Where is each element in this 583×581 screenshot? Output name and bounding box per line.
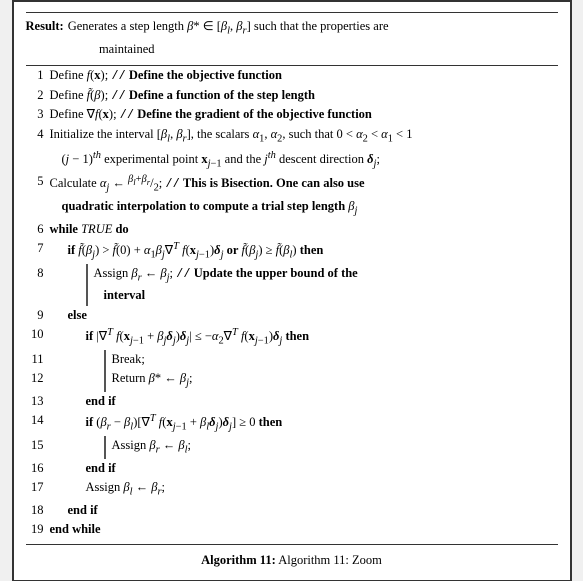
line-content-16: end if — [86, 459, 558, 478]
line-content-19: end while — [50, 520, 558, 539]
line-num-13: 13 — [26, 392, 44, 411]
line-14: 14 if (βr − βl)[∇T f(xj−1 + βlδj)δj] ≥ 0… — [26, 411, 558, 436]
line-10: 10 if |∇T f(xj−1 + βjδj)δj| ≤ −α2∇T f(xj… — [26, 325, 558, 350]
line-content-10: if |∇T f(xj−1 + βjδj)δj| ≤ −α2∇T f(xj−1)… — [86, 325, 558, 350]
line-content-7: if f̃(βj) > f̃(0) + α1βj∇T f(xj−1)δj or … — [68, 239, 558, 264]
line-11: 11 Break; — [26, 350, 558, 369]
result-label: Result: — [26, 17, 64, 59]
line-5: 5 Calculate αj ← βl+βr/2; // This is Bis… — [26, 172, 558, 219]
line-content-18: end if — [68, 501, 558, 520]
line-num-6: 6 — [26, 220, 44, 239]
line-4: 4 Initialize the interval [βl, βr], the … — [26, 125, 558, 172]
line-1: 1 Define f(x); // Define the objective f… — [26, 66, 558, 86]
line-2: 2 Define f̃(β); // Define a function of … — [26, 86, 558, 106]
line-num-17: 17 — [26, 478, 44, 497]
line-num-10: 10 — [26, 325, 44, 344]
line-num-14: 14 — [26, 411, 44, 430]
line-content-15: Assign βr ← βl; — [104, 436, 558, 459]
line-content-11: Break; — [104, 350, 558, 369]
line-content-3: Define ∇f(x); // Define the gradient of … — [50, 105, 558, 125]
top-divider — [26, 12, 558, 13]
line-content-6: while TRUE do — [50, 220, 558, 239]
caption-title: Algorithm 11: Zoom — [278, 553, 382, 567]
algorithm-container: Result: Generates a step length β* ∈ [βl… — [12, 0, 572, 581]
line-num-4: 4 — [26, 125, 44, 144]
line-content-14: if (βr − βl)[∇T f(xj−1 + βlδj)δj] ≥ 0 th… — [86, 411, 558, 436]
line-num-16: 16 — [26, 459, 44, 478]
caption-label: Algorithm 11: — [201, 553, 276, 567]
line-19: 19 end while — [26, 520, 558, 539]
bottom-divider — [26, 544, 558, 545]
line-9: 9 else — [26, 306, 558, 325]
line-num-19: 19 — [26, 520, 44, 539]
line-content-8: Assign βr ← βj; // Update the upper boun… — [86, 264, 558, 306]
line-num-1: 1 — [26, 66, 44, 85]
line-13: 13 end if — [26, 392, 558, 411]
caption: Algorithm 11: Algorithm 11: Zoom — [26, 551, 558, 570]
line-num-7: 7 — [26, 239, 44, 258]
line-18: 18 end if — [26, 501, 558, 520]
line-content-12: Return β* ← βj; — [104, 369, 558, 392]
line-17: 17 Assign βl ← βr; — [26, 478, 558, 501]
line-content-9: else — [68, 306, 558, 325]
line-content-4: Initialize the interval [βl, βr], the sc… — [50, 125, 558, 172]
line-8: 8 Assign βr ← βj; // Update the upper bo… — [26, 264, 558, 306]
line-content-13: end if — [86, 392, 558, 411]
line-content-17: Assign βl ← βr; — [86, 478, 558, 501]
line-16: 16 end if — [26, 459, 558, 478]
line-num-3: 3 — [26, 105, 44, 124]
line-num-15: 15 — [26, 436, 44, 455]
result-section: Result: Generates a step length β* ∈ [βl… — [26, 17, 558, 59]
line-12: 12 Return β* ← βj; — [26, 369, 558, 392]
line-num-5: 5 — [26, 172, 44, 191]
line-15: 15 Assign βr ← βl; — [26, 436, 558, 459]
line-num-18: 18 — [26, 501, 44, 520]
line-num-9: 9 — [26, 306, 44, 325]
line-num-2: 2 — [26, 86, 44, 105]
line-3: 3 Define ∇f(x); // Define the gradient o… — [26, 105, 558, 125]
result-text: Generates a step length β* ∈ [βl, βr] su… — [68, 17, 558, 59]
line-7: 7 if f̃(βj) > f̃(0) + α1βj∇T f(xj−1)δj o… — [26, 239, 558, 264]
line-content-1: Define f(x); // Define the objective fun… — [50, 66, 558, 86]
line-num-11: 11 — [26, 350, 44, 369]
line-num-12: 12 — [26, 369, 44, 388]
line-6: 6 while TRUE do — [26, 220, 558, 239]
line-content-2: Define f̃(β); // Define a function of th… — [50, 86, 558, 106]
line-content-5: Calculate αj ← βl+βr/2; // This is Bisec… — [50, 172, 558, 219]
line-num-8: 8 — [26, 264, 44, 283]
